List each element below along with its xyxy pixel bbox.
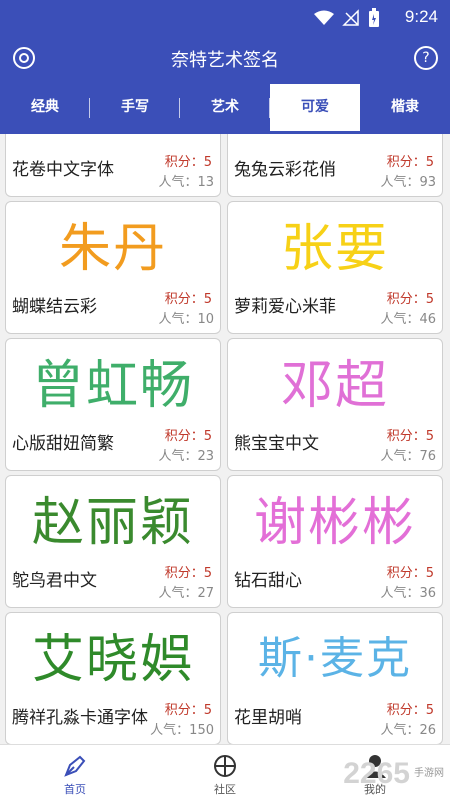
status-bar: 9:24	[0, 0, 450, 34]
battery-icon	[368, 8, 380, 32]
font-score: 积分：5	[386, 703, 434, 718]
font-score: 积分：5	[164, 429, 212, 444]
font-name: 钻石甜心	[234, 571, 302, 591]
font-name: 蝴蝶结云彩	[12, 297, 97, 317]
font-preview: 艾晓娯	[31, 629, 194, 690]
pen-nib-icon	[64, 755, 86, 777]
font-popularity: 人气：10	[158, 312, 214, 327]
font-card[interactable]: 朱丹 蝴蝶结云彩 积分：5 人气：10	[5, 201, 221, 334]
wifi-icon	[314, 10, 334, 30]
font-card[interactable]: 斯·麦克 花里胡哨 积分：5 人气：26	[227, 612, 443, 744]
font-popularity: 人气：36	[380, 586, 436, 601]
help-icon[interactable]: ?	[414, 46, 438, 70]
nav-home[interactable]: 首页	[0, 745, 150, 799]
font-card[interactable]: 曾虹畅 心版甜妞简繁 积分：5 人气：23	[5, 338, 221, 471]
font-card[interactable]: 张要 萝莉爱心米菲 积分：5 人气：46	[227, 201, 443, 334]
font-preview: 谢彬彬	[253, 492, 416, 553]
font-card[interactable]: 花卷中文字体 积分：5 人气：13	[5, 134, 221, 197]
font-preview: 斯·麦克	[258, 633, 412, 684]
font-score: 积分：5	[386, 566, 434, 581]
app-bar: 奈特艺术签名 ?	[0, 34, 450, 84]
font-preview: 邓超	[280, 355, 389, 416]
font-preview: 朱丹	[58, 218, 167, 279]
font-popularity: 人气：46	[380, 312, 436, 327]
category-tabs: 经典 手写 艺术 可爱 楷隶	[0, 84, 450, 134]
font-name: 鸵鸟君中文	[12, 571, 97, 591]
font-grid: 花卷中文字体 积分：5 人气：13 兔兔云彩花俏 积分：5 人气：93 朱丹 蝴…	[0, 134, 450, 744]
watermark: 2265 手游网	[343, 757, 444, 790]
font-name: 腾祥孔淼卡通字体	[12, 708, 148, 728]
font-score: 积分：5	[386, 292, 434, 307]
font-name: 花卷中文字体	[12, 160, 114, 180]
font-popularity: 人气：13	[158, 175, 214, 190]
status-time: 9:24	[404, 7, 438, 26]
font-name: 花里胡哨	[234, 708, 302, 728]
font-name: 兔兔云彩花俏	[234, 160, 336, 180]
font-card[interactable]: 谢彬彬 钻石甜心 积分：5 人气：36	[227, 475, 443, 608]
font-score: 积分：5	[386, 155, 434, 170]
font-preview: 赵丽颖	[31, 492, 194, 553]
no-signal-icon	[342, 9, 360, 31]
tab-handwriting[interactable]: 手写	[90, 84, 180, 134]
font-card[interactable]: 邓超 熊宝宝中文 积分：5 人气：76	[227, 338, 443, 471]
app-title: 奈特艺术签名	[171, 50, 279, 71]
font-name: 萝莉爱心米菲	[234, 297, 336, 317]
font-score: 积分：5	[164, 566, 212, 581]
font-popularity: 人气：93	[380, 175, 436, 190]
nav-community[interactable]: 社区	[150, 745, 300, 799]
tab-classic[interactable]: 经典	[0, 84, 90, 134]
font-score: 积分：5	[386, 429, 434, 444]
font-popularity: 人气：150	[150, 723, 214, 738]
font-card[interactable]: 赵丽颖 鸵鸟君中文 积分：5 人气：27	[5, 475, 221, 608]
tab-kaili[interactable]: 楷隶	[360, 84, 450, 134]
tab-cute[interactable]: 可爱	[270, 84, 360, 134]
font-popularity: 人气：27	[158, 586, 214, 601]
tab-art[interactable]: 艺术	[180, 84, 270, 134]
font-popularity: 人气：23	[158, 449, 214, 464]
font-preview: 张要	[280, 218, 389, 279]
font-score: 积分：5	[164, 155, 212, 170]
font-card[interactable]: 艾晓娯 腾祥孔淼卡通字体 积分：5 人气：150	[5, 612, 221, 744]
font-name: 心版甜妞简繁	[12, 434, 114, 454]
font-preview: 曾虹畅	[31, 355, 194, 416]
font-score: 积分：5	[164, 292, 212, 307]
font-card[interactable]: 兔兔云彩花俏 积分：5 人气：93	[227, 134, 443, 197]
basketball-icon	[214, 755, 236, 777]
font-score: 积分：5	[164, 703, 212, 718]
font-popularity: 人气：76	[380, 449, 436, 464]
font-popularity: 人气：26	[380, 723, 436, 738]
font-name: 熊宝宝中文	[234, 434, 319, 454]
bottom-nav: 首页 社区 我的 2265 手游网	[0, 744, 450, 799]
